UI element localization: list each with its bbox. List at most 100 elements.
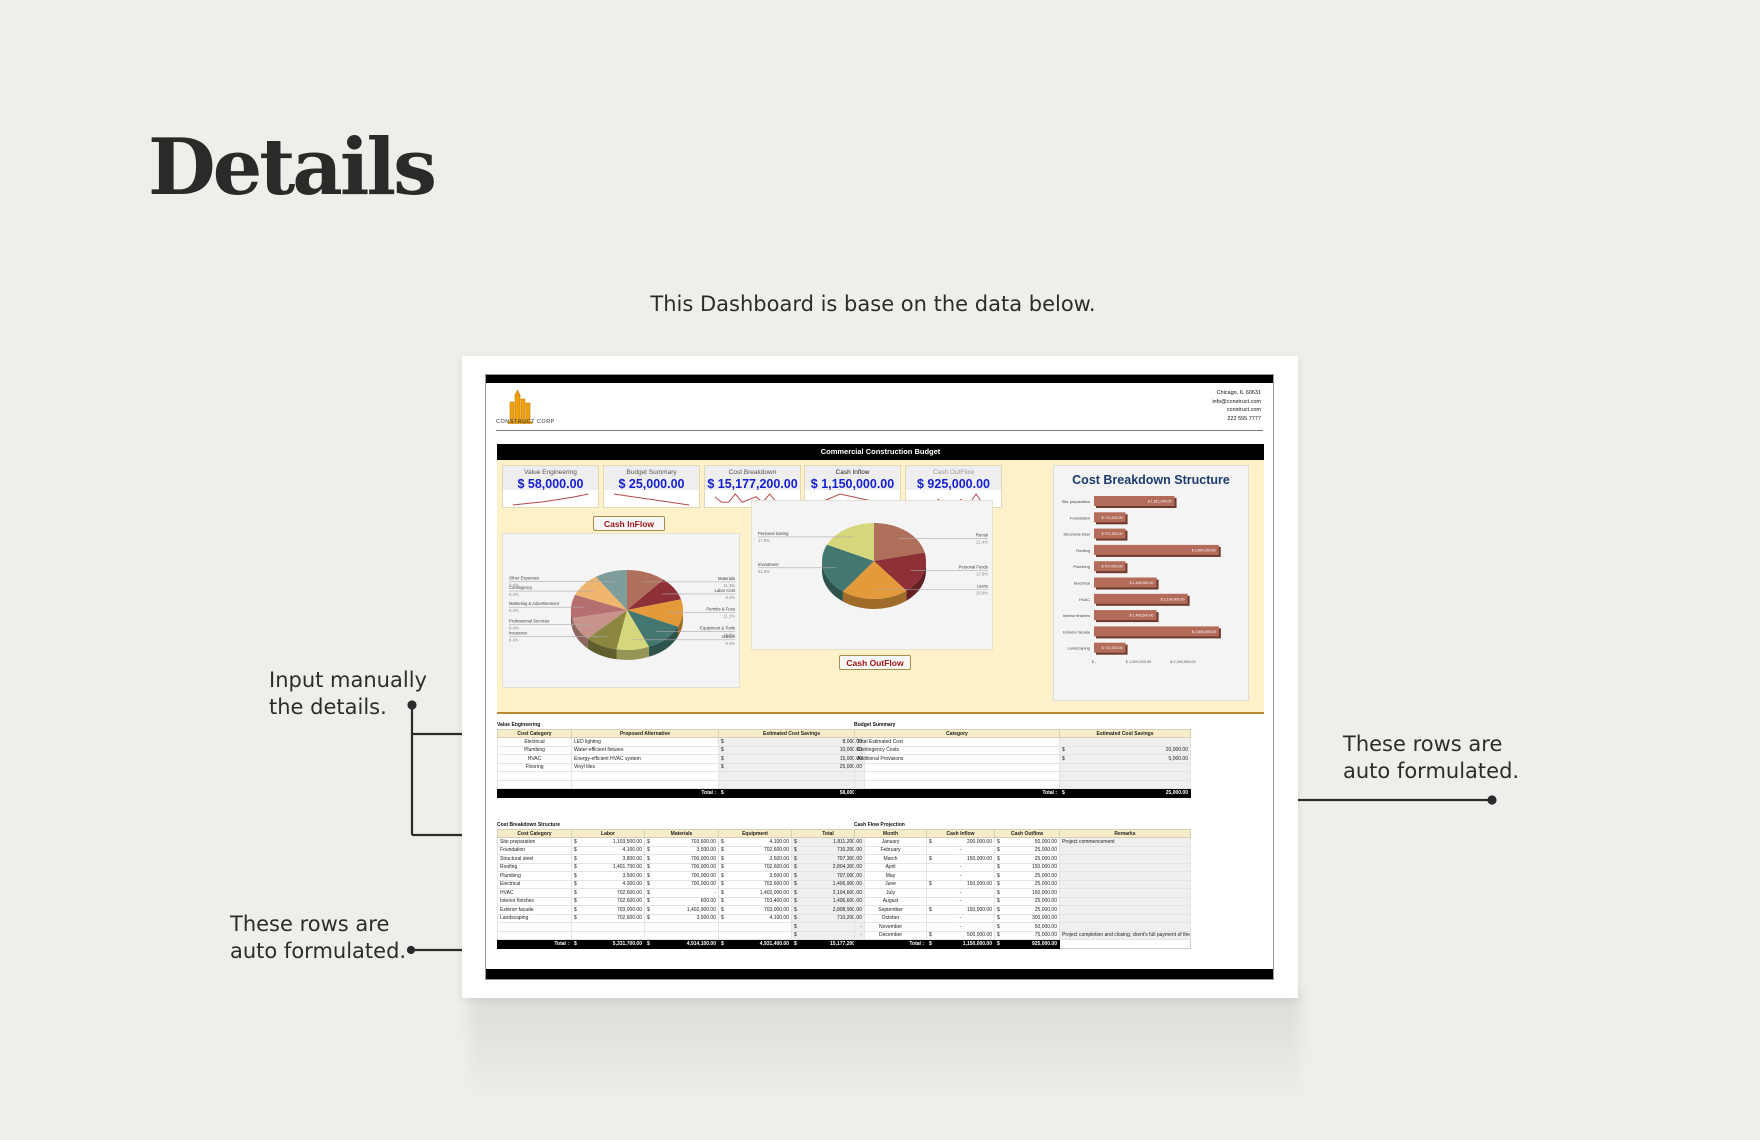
cell-category[interactable]: Additional Provisions xyxy=(854,754,1060,764)
empty-cell[interactable] xyxy=(497,922,572,932)
empty-cell[interactable] xyxy=(854,762,1060,772)
cell-alternative[interactable]: Energy-efficient HVAC system xyxy=(571,754,719,764)
cell-savings[interactable]: $8,000.00 xyxy=(718,737,865,747)
cell-outflow[interactable]: $300,000.00 xyxy=(994,913,1060,923)
empty-cell[interactable] xyxy=(854,771,1060,781)
empty-cell[interactable] xyxy=(854,779,1060,789)
cell-amount[interactable]: $3,500.00 xyxy=(644,845,719,855)
empty-cell[interactable] xyxy=(718,930,792,940)
cell-remarks[interactable] xyxy=(1059,913,1191,923)
cell-amount[interactable]: $700,000.00 xyxy=(644,854,719,864)
cell-remarks[interactable] xyxy=(1059,879,1191,889)
cell-category[interactable]: Foundation xyxy=(497,845,572,855)
empty-cell[interactable] xyxy=(644,922,719,932)
cell-amount[interactable]: $702,600.00 xyxy=(571,913,645,923)
cell-inflow[interactable]: - xyxy=(926,871,995,881)
cell-outflow[interactable]: $25,000.00 xyxy=(994,854,1060,864)
cell-amount[interactable]: $703,400.00 xyxy=(718,896,792,906)
cell-amount[interactable]: $702,600.00 xyxy=(718,879,792,889)
cell-amount[interactable]: $1,402,000.00 xyxy=(718,888,792,898)
cell-category[interactable]: Plumbing xyxy=(497,871,572,881)
empty-cell[interactable] xyxy=(571,771,719,781)
empty-cell[interactable] xyxy=(571,779,719,789)
cell-category[interactable]: Site preparation xyxy=(497,837,572,847)
cell-outflow[interactable]: $25,000.00 xyxy=(994,871,1060,881)
empty-cell[interactable] xyxy=(1059,779,1191,789)
cell-amount[interactable]: $702,600.00 xyxy=(571,896,645,906)
cell-remarks[interactable]: Project completion and closing; client's… xyxy=(1059,930,1191,940)
cell-outflow[interactable]: $50,000.00 xyxy=(994,837,1060,847)
cell-savings[interactable]: $25,000.00 xyxy=(718,762,865,772)
cell-remarks[interactable] xyxy=(1059,854,1191,864)
cell-category[interactable]: Contingency Costs xyxy=(854,745,1060,755)
cell-outflow[interactable]: $75,000.00 xyxy=(994,930,1060,940)
cell-outflow[interactable]: $25,000.00 xyxy=(994,896,1060,906)
cell-outflow[interactable]: $150,000.00 xyxy=(994,888,1060,898)
cell-amount[interactable]: $700,000.00 xyxy=(644,871,719,881)
empty-cell[interactable] xyxy=(571,922,645,932)
cell-inflow[interactable]: - xyxy=(926,888,995,898)
empty-cell[interactable] xyxy=(571,930,645,940)
cell-inflow[interactable]: - xyxy=(926,922,995,932)
cell-remarks[interactable] xyxy=(1059,888,1191,898)
cell-savings[interactable]: $15,000.00 xyxy=(718,754,865,764)
cell-savings[interactable]: $10,000.00 xyxy=(718,745,865,755)
empty-cell[interactable] xyxy=(1059,771,1191,781)
cell-amount[interactable]: $700,000.00 xyxy=(644,879,719,889)
cell-inflow[interactable]: $200,000.00 xyxy=(926,837,995,847)
cell-category[interactable]: Exterior facade xyxy=(497,905,572,915)
cell-amount[interactable]: $702,600.00 xyxy=(718,845,792,855)
cell-outflow[interactable]: $150,000.00 xyxy=(994,862,1060,872)
cell-remarks[interactable] xyxy=(1059,845,1191,855)
cell-remarks[interactable]: Project commencement xyxy=(1059,837,1191,847)
empty-cell[interactable] xyxy=(497,771,572,781)
empty-cell[interactable] xyxy=(644,930,719,940)
cell-remarks[interactable] xyxy=(1059,896,1191,906)
cell-value[interactable]: $20,000.00 xyxy=(1059,745,1191,755)
cell-category[interactable]: Interior finishes xyxy=(497,896,572,906)
cell-amount[interactable]: $3,800.00 xyxy=(571,854,645,864)
cell-outflow[interactable]: $25,000.00 xyxy=(994,879,1060,889)
cash-inflow-button[interactable]: Cash InFlow xyxy=(593,516,665,531)
cell-remarks[interactable] xyxy=(1059,862,1191,872)
cell-amount[interactable]: $3,500.00 xyxy=(644,913,719,923)
cell-inflow[interactable]: - xyxy=(926,845,995,855)
cell-remarks[interactable] xyxy=(1059,905,1191,915)
cell-category[interactable]: Plumbing xyxy=(497,745,572,755)
cell-category[interactable]: Electrical xyxy=(497,879,572,889)
empty-cell[interactable] xyxy=(1059,762,1191,772)
cell-amount[interactable]: $4,100.00 xyxy=(718,837,792,847)
cell-amount[interactable]: $703,600.00 xyxy=(644,837,719,847)
cell-inflow[interactable]: $150,000.00 xyxy=(926,854,995,864)
cell-amount[interactable]: $3,500.00 xyxy=(718,854,792,864)
cell-outflow[interactable]: $50,000.00 xyxy=(994,922,1060,932)
cell-amount[interactable]: $600.00 xyxy=(644,896,719,906)
cell-category[interactable]: Total Estimated Cost xyxy=(854,737,1060,747)
cell-amount[interactable]: $4,100.00 xyxy=(571,845,645,855)
cell-amount[interactable]: $703,000.00 xyxy=(571,905,645,915)
cell-inflow[interactable]: - xyxy=(926,896,995,906)
empty-cell[interactable] xyxy=(718,771,865,781)
cell-category[interactable]: HVAC xyxy=(497,888,572,898)
empty-cell[interactable] xyxy=(718,922,792,932)
cell-remarks[interactable] xyxy=(1059,871,1191,881)
cell-category[interactable]: Landscaping xyxy=(497,913,572,923)
cell-amount[interactable]: $702,600.00 xyxy=(571,888,645,898)
cell-value[interactable] xyxy=(1059,737,1191,747)
cell-amount[interactable]: $703,000.00 xyxy=(718,905,792,915)
cell-outflow[interactable]: $25,000.00 xyxy=(994,845,1060,855)
cell-outflow[interactable]: $25,000.00 xyxy=(994,905,1060,915)
cell-amount[interactable]: $702,600.00 xyxy=(718,862,792,872)
cell-amount[interactable]: $4,300.00 xyxy=(571,879,645,889)
cell-alternative[interactable]: Water-efficient fixtures xyxy=(571,745,719,755)
cell-inflow[interactable]: $500,000.00 xyxy=(926,930,995,940)
cell-amount[interactable]: $700,000.00 xyxy=(644,862,719,872)
cell-remarks[interactable] xyxy=(1059,922,1191,932)
cell-amount[interactable]: $ - xyxy=(644,888,719,898)
cash-outflow-button[interactable]: Cash OutFlow xyxy=(839,655,911,670)
cell-amount[interactable]: $3,500.00 xyxy=(718,871,792,881)
cell-amount[interactable]: $3,500.00 xyxy=(571,871,645,881)
cell-value[interactable]: $5,000.00 xyxy=(1059,754,1191,764)
cell-category[interactable]: Electrical xyxy=(497,737,572,747)
cell-inflow[interactable]: - xyxy=(926,862,995,872)
